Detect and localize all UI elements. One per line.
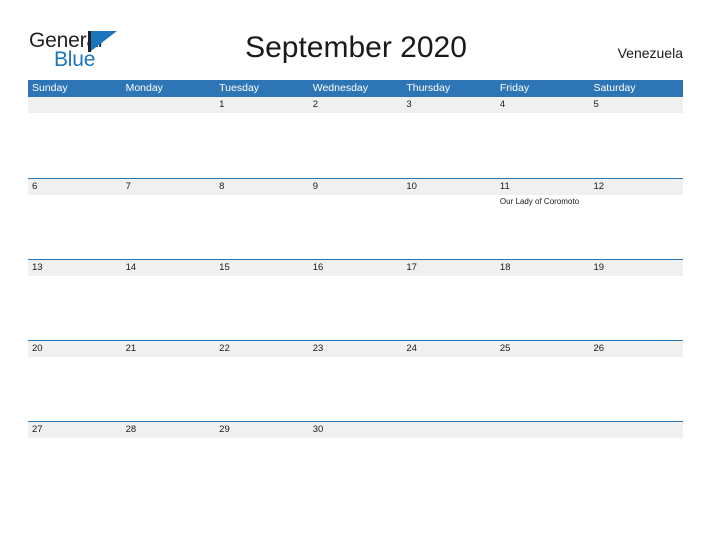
- weekday-header-monday: Monday: [125, 82, 163, 94]
- day-cell[interactable]: 5: [589, 97, 684, 178]
- day-number: 30: [312, 424, 324, 435]
- day-number: 20: [32, 343, 43, 354]
- weekday-header-wednesday: Wednesday: [312, 82, 368, 94]
- day-number: 6: [32, 181, 38, 192]
- day-number-band: [589, 422, 684, 438]
- day-cell[interactable]: 16: [308, 260, 403, 340]
- day-cell-empty: [28, 97, 122, 178]
- weekday-header-sunday: Sunday: [32, 82, 68, 94]
- day-cell[interactable]: 4: [495, 97, 590, 178]
- day-number: 7: [125, 181, 131, 192]
- day-cell-empty: [121, 97, 216, 178]
- day-number: 27: [32, 424, 43, 435]
- day-cell[interactable]: 24: [402, 341, 496, 421]
- week-cells: 6 7 8 9 10 11 Our Lady of Coromoto 12: [28, 179, 684, 259]
- day-number: 22: [219, 343, 230, 354]
- day-cell[interactable]: 17: [402, 260, 496, 340]
- holiday-event: Our Lady of Coromoto: [499, 197, 580, 206]
- day-cell[interactable]: 12: [589, 179, 684, 259]
- day-number-band: [121, 97, 216, 113]
- day-cell[interactable]: 23: [308, 341, 403, 421]
- day-cell-empty: [589, 422, 684, 502]
- day-cell[interactable]: 13: [28, 260, 122, 340]
- day-number: 8: [219, 181, 225, 192]
- week-cells: 13 14 15 16 17 18 19: [28, 260, 684, 340]
- day-number: 28: [125, 424, 137, 435]
- day-number: 1: [219, 99, 225, 110]
- day-number: 15: [219, 262, 230, 273]
- day-number-band: [402, 422, 496, 438]
- week-cells: 27 28 29 30: [28, 422, 684, 502]
- day-number: 13: [32, 262, 43, 273]
- day-cell[interactable]: 10: [402, 179, 496, 259]
- day-cell[interactable]: 2: [308, 97, 403, 178]
- day-number: 16: [312, 262, 324, 273]
- day-number: 5: [593, 99, 599, 110]
- day-number: 18: [499, 262, 511, 273]
- day-cell[interactable]: 7: [121, 179, 216, 259]
- day-cell[interactable]: 15: [215, 260, 309, 340]
- day-number: 14: [125, 262, 137, 273]
- day-number: 24: [406, 343, 417, 354]
- calendar-weeks: 1 2 3 4 5 6 7 8 9 10 11 Our Lady of Coromoto 12 13 14 1…: [28, 97, 684, 502]
- day-cell[interactable]: 6: [28, 179, 122, 259]
- day-cell[interactable]: 26: [589, 341, 684, 421]
- day-number: 11: [499, 181, 510, 192]
- calendar-week-row: 6 7 8 9 10 11 Our Lady of Coromoto 12: [28, 178, 684, 259]
- day-number: 29: [219, 424, 230, 435]
- calendar-grid: Sunday Monday Tuesday Wednesday Thursday…: [28, 80, 684, 502]
- day-cell[interactable]: 19: [589, 260, 684, 340]
- day-number: 19: [593, 262, 605, 273]
- weekday-header-row: Sunday Monday Tuesday Wednesday Thursday…: [28, 80, 683, 97]
- page-header: General Blue September 2020 Venezuela: [0, 0, 712, 80]
- day-number: 23: [312, 343, 324, 354]
- day-number: 21: [125, 343, 137, 354]
- day-number-band: [28, 97, 122, 113]
- weekday-header-tuesday: Tuesday: [219, 82, 260, 94]
- day-cell[interactable]: 18: [495, 260, 590, 340]
- day-cell[interactable]: 29: [215, 422, 309, 502]
- day-number: 17: [406, 262, 417, 273]
- day-cell[interactable]: 3: [402, 97, 496, 178]
- day-number: 4: [499, 99, 506, 110]
- day-number-band: [495, 422, 590, 438]
- day-number: 10: [406, 181, 417, 192]
- day-number: 3: [406, 99, 412, 110]
- day-cell-empty: [402, 422, 496, 502]
- day-cell[interactable]: 9: [308, 179, 403, 259]
- day-number: 2: [312, 99, 319, 110]
- day-number: 26: [593, 343, 605, 354]
- page-title: September 2020: [245, 31, 467, 64]
- week-cells: 20 21 22 23 24 25 26: [28, 341, 684, 421]
- day-cell[interactable]: 1: [215, 97, 309, 178]
- day-cell[interactable]: 22: [215, 341, 309, 421]
- day-events: Our Lady of Coromoto: [500, 197, 590, 208]
- day-cell[interactable]: 27: [28, 422, 122, 502]
- day-cell[interactable]: 14: [121, 260, 216, 340]
- calendar-week-row: 13 14 15 16 17 18 19: [28, 259, 684, 340]
- day-cell[interactable]: 8: [215, 179, 309, 259]
- day-cell[interactable]: 21: [121, 341, 216, 421]
- day-number: 12: [593, 181, 605, 192]
- country-label: Venezuela: [617, 45, 683, 61]
- day-number: 25: [499, 343, 511, 354]
- calendar-week-row: 27 28 29 30: [28, 421, 684, 502]
- day-cell[interactable]: 30: [308, 422, 403, 502]
- weekday-header-thursday: Thursday: [406, 82, 451, 94]
- day-cell-empty: [495, 422, 590, 502]
- day-cell[interactable]: 28: [121, 422, 216, 502]
- day-number: 9: [312, 181, 319, 192]
- calendar-week-row: 1 2 3 4 5: [28, 97, 684, 178]
- weekday-header-friday: Friday: [499, 82, 530, 94]
- week-cells: 1 2 3 4 5: [28, 97, 684, 178]
- day-cell[interactable]: 25: [495, 341, 590, 421]
- calendar-week-row: 20 21 22 23 24 25 26: [28, 340, 684, 421]
- weekday-header-saturday: Saturday: [593, 82, 636, 94]
- day-cell[interactable]: 11 Our Lady of Coromoto: [495, 179, 590, 259]
- day-cell[interactable]: 20: [28, 341, 122, 421]
